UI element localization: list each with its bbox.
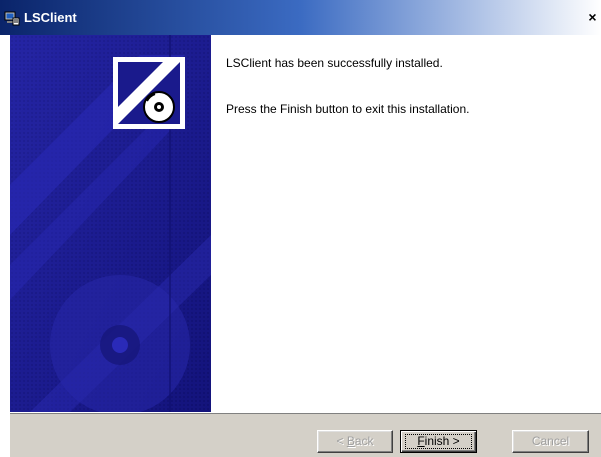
- success-message: LSClient has been successfully installed…: [226, 56, 443, 70]
- finish-button-text: Finish >: [417, 434, 459, 448]
- message-area: LSClient has been successfully installed…: [226, 55, 596, 116]
- cd-install-logo-icon: [113, 57, 185, 129]
- back-button-label: ack: [354, 434, 374, 448]
- finish-button-mnemonic: F: [417, 434, 425, 448]
- finish-instruction: Press the Finish button to exit this ins…: [226, 102, 470, 116]
- window-title: LSClient: [24, 10, 77, 25]
- title-bar[interactable]: LSClient ×: [0, 0, 601, 35]
- back-button[interactable]: < Back: [317, 430, 393, 453]
- close-button[interactable]: ×: [584, 9, 601, 26]
- finish-button-label: inish >: [424, 434, 460, 448]
- installer-dialog: LSClient × LSClient has been successfull…: [0, 0, 601, 457]
- installer-computer-icon: [4, 10, 20, 26]
- back-button-prefix: <: [336, 434, 347, 448]
- side-panel-graphic: [10, 35, 211, 412]
- back-button-mnemonic: B: [346, 434, 355, 448]
- finish-button[interactable]: Finish >: [400, 430, 477, 453]
- cancel-button[interactable]: Cancel: [512, 430, 589, 453]
